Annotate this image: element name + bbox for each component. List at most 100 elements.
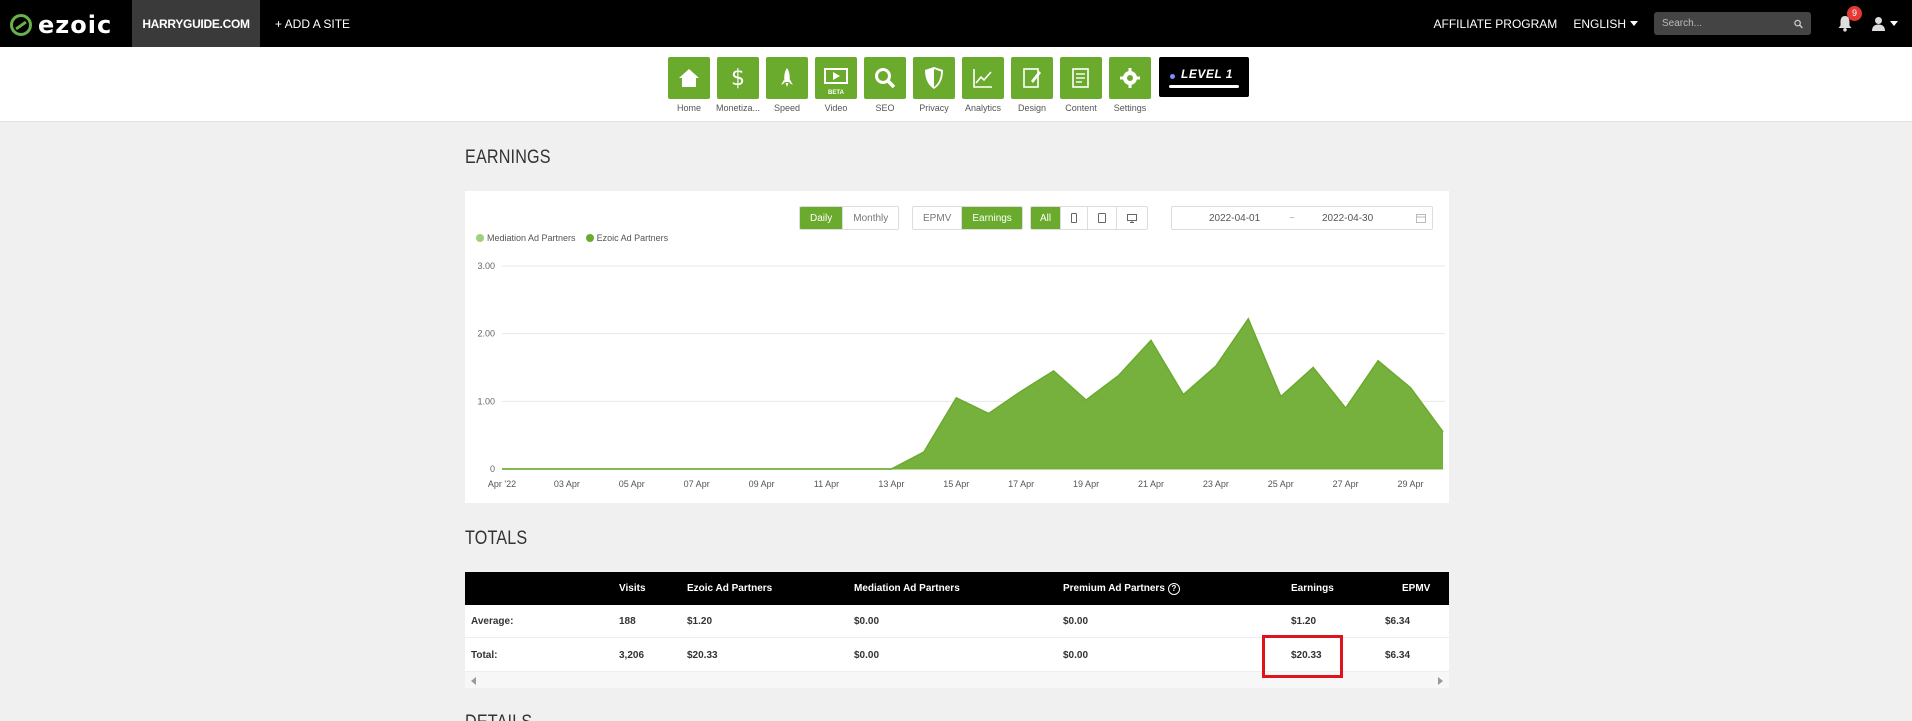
tool-home[interactable]: Home — [668, 57, 710, 113]
level-dot — [1170, 74, 1175, 79]
content-button[interactable] — [1060, 57, 1102, 99]
design-button[interactable] — [1011, 57, 1053, 99]
affiliate-program-link[interactable]: AFFILIATE PROGRAM — [1434, 17, 1558, 31]
details-title: DETAILS — [465, 712, 532, 721]
tool-settings[interactable]: Settings — [1109, 57, 1151, 113]
search-input[interactable] — [1662, 18, 1794, 29]
tool-label: Analytics — [964, 103, 1001, 113]
x-tick-label: 15 Apr — [943, 479, 969, 489]
column-header[interactable]: Visits — [619, 572, 646, 605]
level-progress-bar — [1169, 85, 1239, 88]
video-icon — [824, 68, 848, 84]
x-tick-label: Apr '22 — [488, 479, 516, 489]
dollar-icon: $ — [731, 65, 745, 91]
user-menu[interactable] — [1871, 16, 1898, 31]
notifications-button[interactable]: 9 — [1837, 5, 1862, 33]
scroll-right-icon[interactable] — [1438, 677, 1443, 685]
table-row: Average: 188 $1.20 $0.00 $0.00 $1.20 $6.… — [465, 605, 1449, 638]
video-button[interactable]: BETA — [815, 57, 857, 99]
top-bar: ezoic HARRYGUIDE.COM + ADD A SITE AFFILI… — [0, 0, 1912, 47]
level-label: LEVEL 1 — [1181, 67, 1233, 81]
x-tick-label: 23 Apr — [1203, 479, 1229, 489]
y-tick-label: 0 — [490, 464, 495, 474]
seo-button[interactable] — [864, 57, 906, 99]
x-tick-label: 05 Apr — [619, 479, 645, 489]
scroll-left-icon[interactable] — [471, 677, 476, 685]
search-icon[interactable] — [1794, 19, 1803, 29]
monetization-button[interactable]: $ — [717, 57, 759, 99]
tool-monetization[interactable]: $ Monetiza... — [715, 57, 761, 113]
x-tick-label: 03 Apr — [554, 479, 580, 489]
chevron-down-icon — [1890, 21, 1898, 26]
x-tick-label: 19 Apr — [1073, 479, 1099, 489]
design-icon — [1023, 68, 1041, 88]
logo-text: ezoic — [38, 11, 113, 39]
speed-button[interactable] — [766, 57, 808, 99]
table-cell: $1.20 — [687, 616, 713, 627]
settings-button[interactable] — [1109, 57, 1151, 99]
earnings-chart-panel: Daily Monthly EPMV Earnings All 2022-04-… — [465, 191, 1449, 503]
column-header-label: Premium Ad Partners — [1063, 583, 1165, 594]
column-header[interactable]: Earnings — [1291, 572, 1334, 605]
tool-label: Speed — [773, 103, 801, 113]
x-tick-label: 29 Apr — [1398, 479, 1424, 489]
add-site-link[interactable]: + ADD A SITE — [275, 0, 350, 47]
column-header[interactable]: Ezoic Ad Partners — [687, 572, 772, 605]
tool-video[interactable]: BETA Video — [815, 57, 857, 113]
tool-seo[interactable]: SEO — [864, 57, 906, 113]
tool-content[interactable]: Content — [1060, 57, 1102, 113]
tool-label: Monetiza... — [715, 103, 761, 113]
tool-label: Home — [676, 103, 701, 113]
tool-navigation: Home $ Monetiza... Speed BETA Video SEO … — [0, 47, 1912, 122]
table-cell: $1.20 — [1291, 616, 1317, 627]
series-area-ezoic — [502, 318, 1443, 469]
notification-count-badge: 9 — [1847, 5, 1862, 21]
language-label: ENGLISH — [1573, 16, 1626, 31]
table-cell: $0.00 — [854, 616, 880, 627]
totals-title: TOTALS — [465, 528, 528, 549]
shield-icon — [925, 67, 943, 89]
column-header[interactable]: EPMV — [1402, 572, 1430, 605]
tool-analytics[interactable]: Analytics — [962, 57, 1004, 113]
table-cell: 188 — [619, 616, 636, 627]
site-selector[interactable]: HARRYGUIDE.COM — [132, 0, 260, 47]
y-tick-label: 1.00 — [477, 396, 495, 406]
ezoic-logo[interactable]: ezoic — [10, 11, 112, 39]
analytics-button[interactable] — [962, 57, 1004, 99]
tool-label: Settings — [1113, 103, 1147, 113]
table-cell: $20.33 — [687, 650, 718, 661]
home-button[interactable] — [668, 57, 710, 99]
document-icon — [1072, 68, 1089, 88]
search-box[interactable] — [1654, 12, 1811, 35]
row-label: Total: — [471, 650, 498, 661]
language-dropdown[interactable]: ENGLISH — [1573, 17, 1638, 31]
table-cell: $6.34 — [1385, 616, 1411, 627]
gear-icon — [1120, 68, 1140, 88]
level-badge[interactable]: LEVEL 1 — [1159, 57, 1249, 97]
column-header[interactable]: Mediation Ad Partners — [854, 572, 960, 605]
tool-label: SEO — [875, 103, 895, 113]
table-cell: $0.00 — [1063, 616, 1089, 627]
tool-privacy[interactable]: Privacy — [913, 57, 955, 113]
table-cell: $0.00 — [854, 650, 880, 661]
help-icon[interactable]: ? — [1167, 582, 1180, 595]
tool-label: Privacy — [919, 103, 949, 113]
table-cell: 3,206 — [619, 650, 645, 661]
row-label: Average: — [471, 616, 514, 627]
beta-badge: BETA — [828, 90, 844, 96]
tool-label: Design — [1017, 103, 1046, 113]
earnings-chart: 0 1.00 2.00 3.00 Apr '22 03 Apr 05 Apr 07 Apr 09… — [477, 261, 1445, 489]
x-tick-label: 17 Apr — [1008, 479, 1034, 489]
home-icon — [679, 69, 699, 87]
user-icon — [1872, 17, 1885, 31]
rocket-icon — [781, 68, 793, 87]
line-chart-icon — [973, 69, 992, 88]
tool-speed[interactable]: Speed — [766, 57, 808, 113]
table-header: Visits Ezoic Ad Partners Mediation Ad Pa… — [465, 572, 1449, 605]
column-header-premium[interactable]: Premium Ad Partners ? — [1063, 572, 1180, 605]
x-tick-label: 11 Apr — [814, 479, 839, 489]
x-tick-label: 07 Apr — [684, 479, 710, 489]
tool-design[interactable]: Design — [1011, 57, 1053, 113]
privacy-button[interactable] — [913, 57, 955, 99]
y-tick-label: 3.00 — [477, 261, 495, 271]
